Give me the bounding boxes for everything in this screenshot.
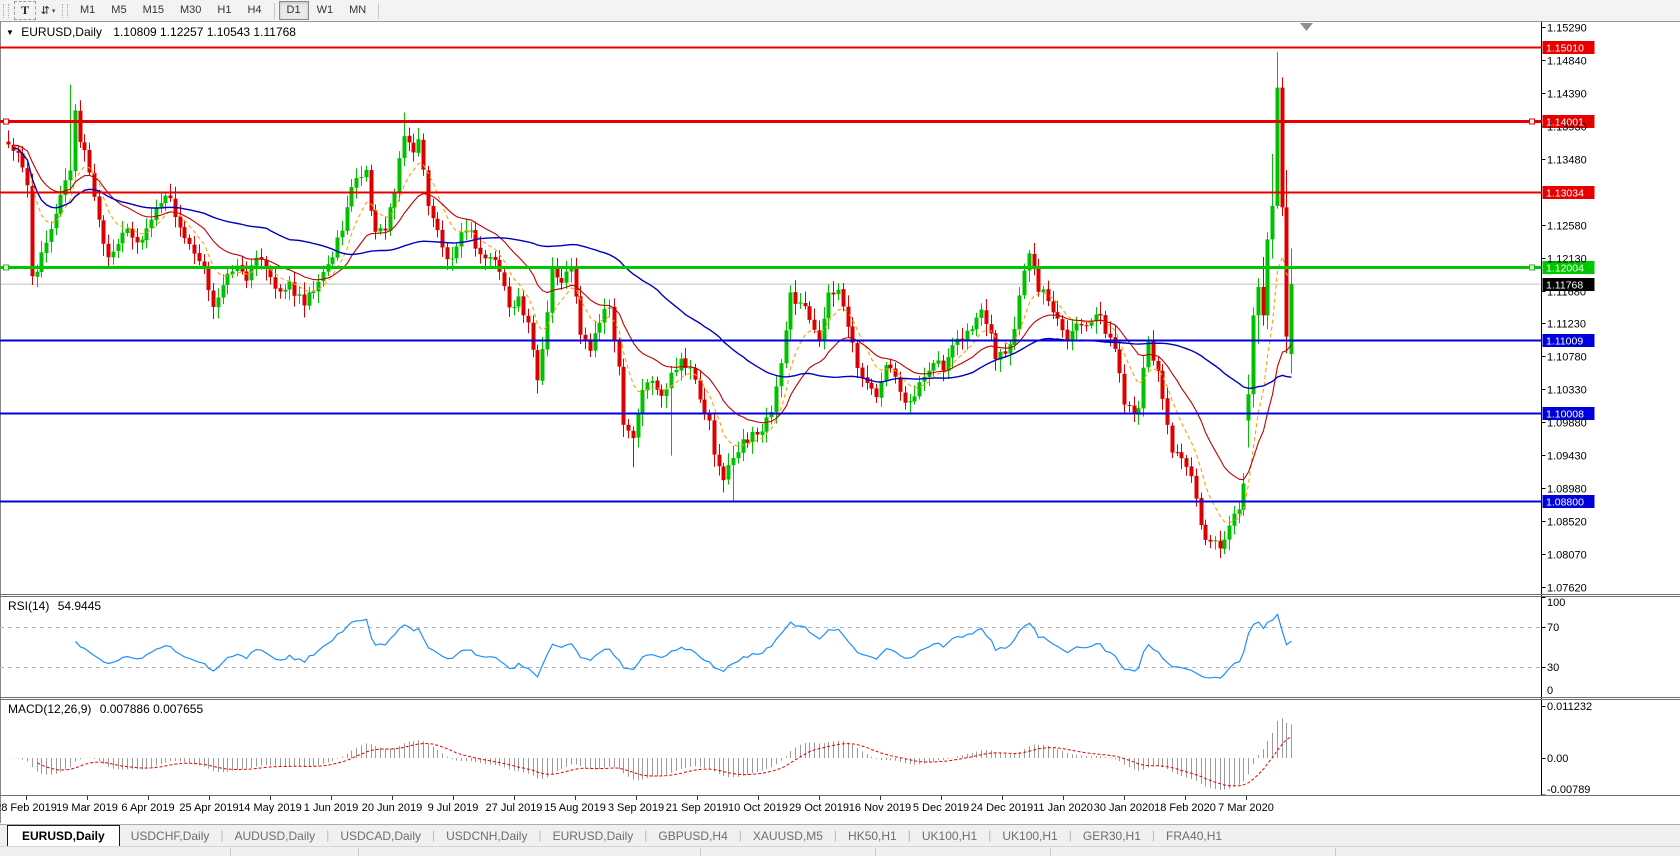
svg-text:0: 0 — [1547, 685, 1553, 697]
svg-text:3 Sep 2019: 3 Sep 2019 — [608, 802, 664, 814]
svg-text:28 Feb 2019: 28 Feb 2019 — [0, 802, 57, 814]
svg-text:1.11230: 1.11230 — [1547, 319, 1586, 331]
svg-text:1.11768: 1.11768 — [1546, 280, 1583, 292]
svg-text:1.08520: 1.08520 — [1547, 517, 1587, 529]
svg-text:30 Jan 2020: 30 Jan 2020 — [1094, 802, 1155, 814]
svg-text:1.08070: 1.08070 — [1547, 550, 1587, 562]
svg-text:70: 70 — [1547, 622, 1559, 634]
svg-text:100: 100 — [1547, 597, 1565, 609]
svg-text:29 Oct 2019: 29 Oct 2019 — [789, 802, 849, 814]
tab-hk50-h1[interactable]: HK50,H1 — [837, 825, 908, 847]
tab-usdchf-daily[interactable]: USDCHF,Daily — [120, 825, 221, 847]
svg-text:27 Jul 2019: 27 Jul 2019 — [486, 802, 543, 814]
svg-text:15 Aug 2019: 15 Aug 2019 — [544, 802, 606, 814]
svg-text:-0.00789: -0.00789 — [1547, 784, 1590, 796]
svg-text:1.12004: 1.12004 — [1546, 263, 1584, 275]
svg-text:1.10008: 1.10008 — [1546, 409, 1584, 421]
svg-text:1.12580: 1.12580 — [1547, 221, 1587, 233]
timeframe-h1-button[interactable]: H1 — [209, 1, 239, 20]
tab-audusd-daily[interactable]: AUDUSD,Daily — [224, 825, 327, 847]
svg-text:11 Jan 2020: 11 Jan 2020 — [1033, 802, 1093, 814]
arrange-arrows-button[interactable]: ⇵ ▾ — [38, 2, 58, 19]
svg-text:5 Dec 2019: 5 Dec 2019 — [913, 802, 969, 814]
tab-usdcnh-daily[interactable]: USDCNH,Daily — [435, 825, 538, 847]
svg-text:1.14840: 1.14840 — [1547, 56, 1587, 68]
timeframe-m15-button[interactable]: M15 — [135, 1, 172, 20]
timeframe-m1-button[interactable]: M1 — [72, 1, 103, 20]
svg-text:1.08980: 1.08980 — [1547, 484, 1587, 496]
level-marker[interactable] — [4, 119, 9, 124]
price-shift-triangle-icon[interactable] — [1300, 23, 1313, 31]
tab-gbpusd-h4[interactable]: GBPUSD,H4 — [647, 825, 738, 847]
chart-canvas: 1.152901.148401.143901.139301.134801.125… — [0, 0, 1680, 855]
svg-text:14 May 2019: 14 May 2019 — [238, 802, 302, 814]
svg-text:7 Mar 2020: 7 Mar 2020 — [1218, 802, 1274, 814]
svg-text:25 Apr 2019: 25 Apr 2019 — [179, 802, 238, 814]
level-marker[interactable] — [1530, 265, 1535, 270]
tab-ger30-h1[interactable]: GER30,H1 — [1072, 825, 1152, 847]
svg-text:1.10780: 1.10780 — [1547, 352, 1587, 364]
tab-uk100-h1[interactable]: UK100,H1 — [911, 825, 988, 847]
svg-text:9 Jul 2019: 9 Jul 2019 — [428, 802, 479, 814]
tab-usdcad-daily[interactable]: USDCAD,Daily — [329, 825, 432, 847]
svg-text:16 Nov 2019: 16 Nov 2019 — [849, 802, 911, 814]
tab-xauusd-m5[interactable]: XAUUSD,M5 — [742, 825, 834, 847]
svg-text:20 Jun 2019: 20 Jun 2019 — [362, 802, 423, 814]
svg-text:1.10330: 1.10330 — [1547, 385, 1587, 397]
toolbar-separator — [378, 3, 379, 19]
timeframe-mn-button[interactable]: MN — [341, 1, 374, 20]
toolbar-grip — [62, 4, 68, 18]
dropdown-caret-icon: ▾ — [52, 7, 56, 15]
tab-eurusd-daily[interactable]: EURUSD,Daily — [7, 825, 120, 847]
tab-eurusd-daily[interactable]: EURUSD,Daily — [542, 825, 645, 847]
svg-text:1.08800: 1.08800 — [1546, 497, 1584, 509]
svg-text:0.011232: 0.011232 — [1547, 701, 1592, 713]
macd-signal-line — [38, 737, 1292, 786]
svg-text:1 Jun 2019: 1 Jun 2019 — [304, 802, 358, 814]
svg-text:1.11009: 1.11009 — [1546, 336, 1583, 348]
svg-text:24 Dec 2019: 24 Dec 2019 — [971, 802, 1033, 814]
arrows-icon: ⇵ — [41, 4, 50, 17]
timeframe-m5-button[interactable]: M5 — [103, 1, 134, 20]
rsi-line — [76, 614, 1292, 678]
timeframe-h4-button[interactable]: H4 — [239, 1, 269, 20]
svg-text:10 Oct 2019: 10 Oct 2019 — [728, 802, 788, 814]
svg-text:1.09430: 1.09430 — [1547, 451, 1587, 463]
timeframe-d1-button[interactable]: D1 — [279, 1, 309, 20]
toolbar-grip — [3, 4, 9, 18]
svg-text:0.00: 0.00 — [1547, 753, 1568, 765]
timeframe-group: M1M5M15M30H1H4 D1W1MN — [72, 1, 374, 20]
svg-text:21 Sep 2019: 21 Sep 2019 — [666, 802, 728, 814]
tab-uk100-h1[interactable]: UK100,H1 — [991, 825, 1068, 847]
timeframe-w1-button[interactable]: W1 — [309, 1, 342, 20]
svg-text:1.15290: 1.15290 — [1547, 23, 1587, 35]
svg-text:1.14001: 1.14001 — [1546, 117, 1584, 129]
tab-fra40-h1[interactable]: FRA40,H1 — [1155, 825, 1233, 847]
svg-text:1.07620: 1.07620 — [1547, 583, 1587, 595]
symbol-tab-bar: EURUSD,DailyUSDCHF,Daily|AUDUSD,Daily|US… — [0, 824, 1680, 847]
timeframe-m30-button[interactable]: M30 — [172, 1, 209, 20]
ma-8-line — [14, 146, 1292, 523]
svg-text:1.15010: 1.15010 — [1546, 43, 1584, 55]
svg-text:1.13034: 1.13034 — [1546, 188, 1584, 200]
toolbar: T ⇵ ▾ M1M5M15M30H1H4 D1W1MN — [0, 0, 1680, 22]
level-marker[interactable] — [4, 265, 9, 270]
candlesticks — [7, 52, 1294, 558]
svg-text:1.14390: 1.14390 — [1547, 89, 1587, 101]
svg-text:18 Feb 2020: 18 Feb 2020 — [1154, 802, 1216, 814]
svg-text:19 Mar 2019: 19 Mar 2019 — [56, 802, 118, 814]
svg-text:6 Apr 2019: 6 Apr 2019 — [121, 802, 174, 814]
svg-text:1.13480: 1.13480 — [1547, 155, 1587, 167]
level-marker[interactable] — [1530, 119, 1535, 124]
text-tool-button[interactable]: T — [14, 1, 36, 20]
svg-text:30: 30 — [1547, 662, 1559, 674]
date-axis — [27, 796, 1247, 800]
ma-21-line — [14, 145, 1292, 480]
